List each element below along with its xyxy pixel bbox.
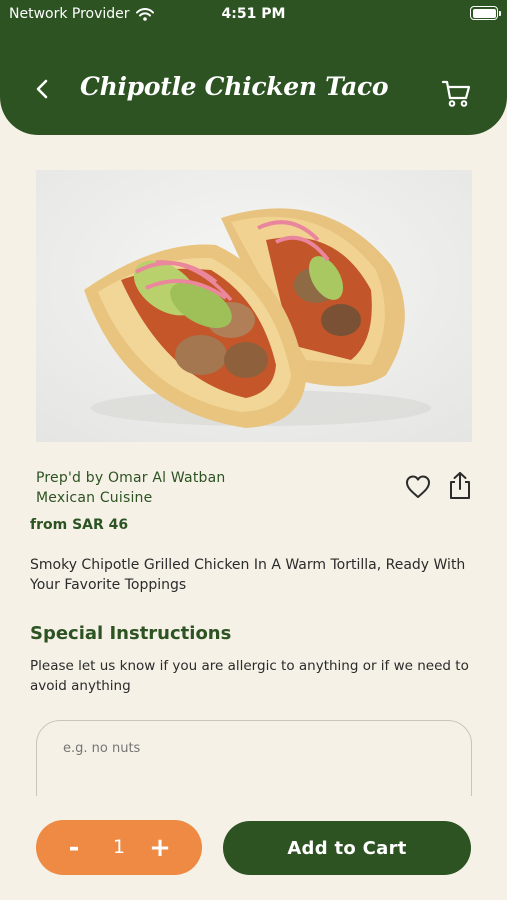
quantity-stepper: - 1 + — [36, 820, 202, 875]
heart-icon — [406, 475, 430, 498]
quantity-value: 1 — [112, 836, 126, 858]
add-to-cart-button[interactable]: Add to Cart — [223, 821, 471, 875]
taco-illustration — [36, 170, 472, 442]
chef-name[interactable]: Prep'd by Omar Al Watban — [36, 468, 225, 488]
back-icon — [36, 79, 48, 99]
battery-icon — [470, 6, 501, 20]
favorite-button[interactable] — [404, 473, 432, 501]
product-image — [36, 170, 472, 442]
cuisine-label: Mexican Cuisine — [36, 490, 153, 506]
special-instructions-text: Please let us know if you are allergic t… — [30, 658, 469, 694]
special-instructions-title: Special Instructions — [30, 623, 232, 644]
status-time: 4:51 PM — [221, 6, 286, 22]
page-title: Chipotle Chicken Taco — [80, 72, 389, 101]
price-label: from SAR 46 — [30, 517, 129, 533]
cart-icon — [441, 80, 471, 107]
share-icon — [450, 472, 470, 499]
status-bar: Network Provider 4:51 PM — [0, 0, 507, 28]
increase-quantity-button[interactable]: + — [140, 820, 180, 875]
chef-info: Prep'd by Omar Al Watban Mexican Cuisine — [36, 468, 225, 508]
battery-tip — [499, 10, 501, 16]
decrease-quantity-button[interactable]: - — [54, 820, 94, 875]
cart-button[interactable] — [440, 77, 472, 109]
battery-level — [472, 8, 496, 18]
product-description: Smoky Chipotle Grilled Chicken In A Warm… — [30, 557, 466, 593]
back-button[interactable] — [28, 74, 56, 104]
share-button[interactable] — [446, 470, 474, 502]
app-header: Network Provider 4:51 PM Chipotle Chicke… — [0, 0, 507, 135]
